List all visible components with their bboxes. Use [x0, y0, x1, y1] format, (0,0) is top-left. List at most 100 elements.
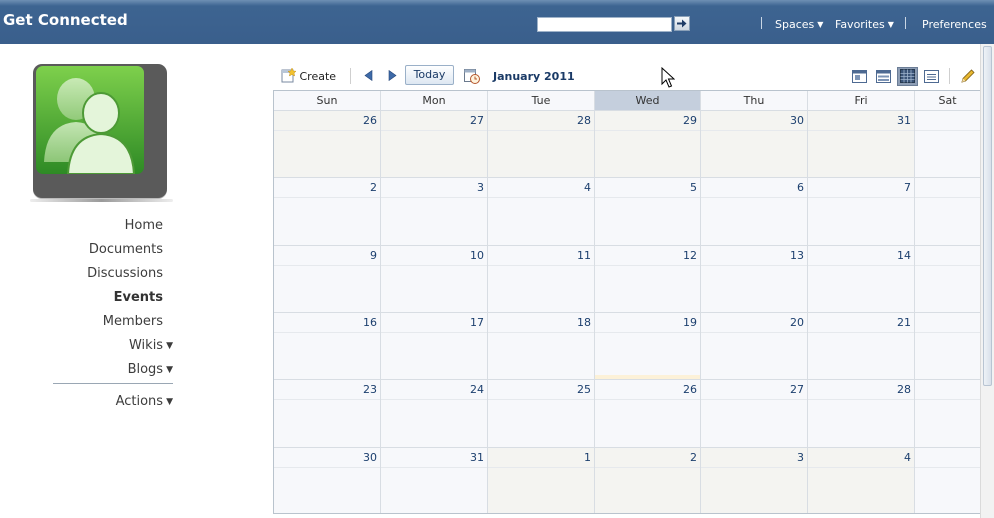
day-cell[interactable]: 27: [701, 379, 808, 447]
day-cell[interactable]: 17: [381, 312, 488, 379]
day-cell[interactable]: 29: [595, 110, 701, 177]
day-number-link[interactable]: 14: [897, 249, 911, 262]
day-number-link[interactable]: 6: [797, 181, 804, 194]
sidebar-item-blogs[interactable]: Blogs ▼: [128, 362, 173, 377]
day-number-link[interactable]: 4: [904, 451, 911, 464]
favorites-menu[interactable]: Favorites ▼: [835, 18, 894, 31]
day-cell[interactable]: [915, 110, 980, 177]
sidebar-item-wikis[interactable]: Wikis ▼: [129, 338, 173, 353]
search-input[interactable]: [537, 17, 672, 32]
day-number-link[interactable]: 26: [683, 383, 697, 396]
sidebar-item-events[interactable]: Events: [114, 290, 163, 305]
day-number-link[interactable]: 27: [470, 114, 484, 127]
day-number-link[interactable]: 20: [790, 316, 804, 329]
day-cell[interactable]: 26: [595, 379, 701, 447]
day-cell[interactable]: 18: [488, 312, 595, 379]
day-number-link[interactable]: 30: [790, 114, 804, 127]
vertical-scrollbar[interactable]: [980, 44, 994, 518]
day-number-link[interactable]: 17: [470, 316, 484, 329]
day-cell[interactable]: 31: [381, 447, 488, 513]
day-cell[interactable]: [915, 379, 980, 447]
day-cell[interactable]: 11: [488, 245, 595, 312]
create-event-button[interactable]: Create: [281, 67, 336, 83]
day-number-link[interactable]: 25: [577, 383, 591, 396]
day-cell[interactable]: 19: [595, 312, 701, 379]
day-number-link[interactable]: 1: [584, 451, 591, 464]
previous-month-button[interactable]: [364, 69, 373, 84]
day-number-link[interactable]: 16: [363, 316, 377, 329]
day-cell[interactable]: 14: [808, 245, 915, 312]
day-cell[interactable]: 4: [808, 447, 915, 513]
day-cell[interactable]: 2: [274, 177, 381, 245]
day-cell[interactable]: 12: [595, 245, 701, 312]
day-cell[interactable]: 21: [808, 312, 915, 379]
go-to-date-button[interactable]: [463, 67, 481, 88]
day-number-link[interactable]: 3: [477, 181, 484, 194]
day-number-link[interactable]: 28: [897, 383, 911, 396]
sidebar-item-home[interactable]: Home: [125, 218, 163, 233]
day-number-link[interactable]: 23: [363, 383, 377, 396]
day-view-button[interactable]: [851, 68, 868, 85]
day-cell[interactable]: 10: [381, 245, 488, 312]
day-cell[interactable]: 27: [381, 110, 488, 177]
day-cell[interactable]: [915, 312, 980, 379]
edit-button[interactable]: [959, 68, 976, 85]
sidebar-item-documents[interactable]: Documents: [89, 242, 163, 257]
day-cell[interactable]: 30: [701, 110, 808, 177]
day-number-link[interactable]: 12: [683, 249, 697, 262]
month-view-button[interactable]: [897, 67, 918, 86]
list-view-button[interactable]: [923, 68, 940, 85]
day-number-link[interactable]: 4: [584, 181, 591, 194]
day-number-link[interactable]: 10: [470, 249, 484, 262]
day-cell[interactable]: 4: [488, 177, 595, 245]
sidebar-item-discussions[interactable]: Discussions: [87, 266, 163, 281]
day-number-link[interactable]: 27: [790, 383, 804, 396]
search-go-button[interactable]: [674, 16, 690, 31]
day-number-link[interactable]: 2: [690, 451, 697, 464]
day-cell[interactable]: [915, 177, 980, 245]
day-number-link[interactable]: 21: [897, 316, 911, 329]
day-number-link[interactable]: 30: [363, 451, 377, 464]
sidebar-item-members[interactable]: Members: [103, 314, 163, 329]
day-number-link[interactable]: 3: [797, 451, 804, 464]
day-cell[interactable]: [915, 447, 980, 513]
day-cell[interactable]: [915, 245, 980, 312]
day-number-link[interactable]: 19: [683, 316, 697, 329]
day-cell[interactable]: 25: [488, 379, 595, 447]
day-cell[interactable]: 16: [274, 312, 381, 379]
day-cell[interactable]: 7: [808, 177, 915, 245]
day-number-link[interactable]: 31: [897, 114, 911, 127]
day-number-link[interactable]: 2: [370, 181, 377, 194]
day-cell[interactable]: 1: [488, 447, 595, 513]
day-number-link[interactable]: 7: [904, 181, 911, 194]
day-cell[interactable]: 30: [274, 447, 381, 513]
next-month-button[interactable]: [388, 69, 397, 84]
day-number-link[interactable]: 13: [790, 249, 804, 262]
day-number-link[interactable]: 28: [577, 114, 591, 127]
today-button[interactable]: Today: [405, 65, 454, 85]
day-cell[interactable]: 9: [274, 245, 381, 312]
day-cell[interactable]: 31: [808, 110, 915, 177]
day-cell[interactable]: 26: [274, 110, 381, 177]
day-cell[interactable]: 6: [701, 177, 808, 245]
week-view-button[interactable]: [875, 68, 892, 85]
day-number-link[interactable]: 5: [690, 181, 697, 194]
scrollbar-thumb[interactable]: [983, 46, 992, 386]
day-cell[interactable]: 5: [595, 177, 701, 245]
day-number-link[interactable]: 9: [370, 249, 377, 262]
day-cell[interactable]: 24: [381, 379, 488, 447]
day-cell[interactable]: 28: [808, 379, 915, 447]
day-cell[interactable]: 3: [381, 177, 488, 245]
spaces-menu[interactable]: Spaces ▼: [775, 18, 823, 31]
day-number-link[interactable]: 29: [683, 114, 697, 127]
day-cell[interactable]: 28: [488, 110, 595, 177]
day-cell[interactable]: 3: [701, 447, 808, 513]
day-cell[interactable]: 23: [274, 379, 381, 447]
day-cell[interactable]: 2: [595, 447, 701, 513]
day-number-link[interactable]: 11: [577, 249, 591, 262]
day-number-link[interactable]: 18: [577, 316, 591, 329]
day-number-link[interactable]: 31: [470, 451, 484, 464]
preferences-link[interactable]: Preferences: [922, 18, 987, 31]
day-cell[interactable]: 20: [701, 312, 808, 379]
day-number-link[interactable]: 24: [470, 383, 484, 396]
